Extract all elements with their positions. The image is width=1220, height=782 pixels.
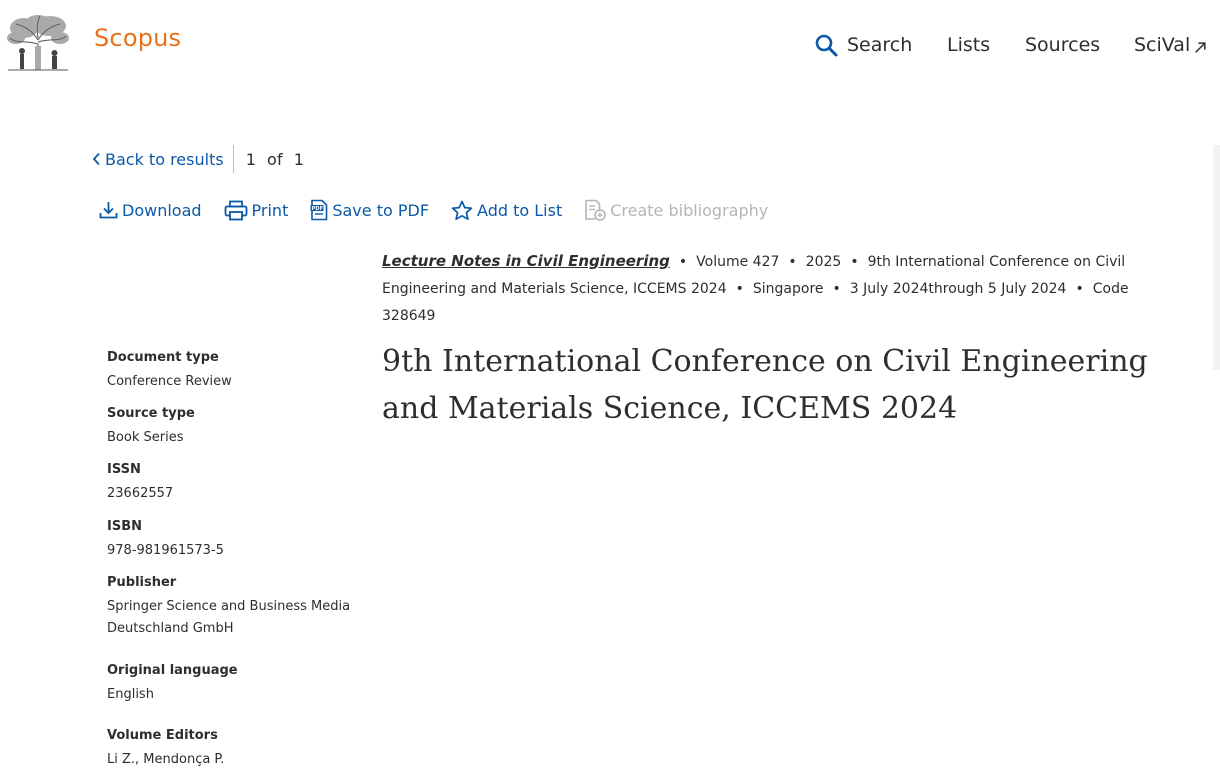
document-toolbar: Download Print PDF Save to PDF Add to Li…: [99, 197, 790, 223]
nav-lists[interactable]: Lists: [947, 30, 990, 60]
detail-document-type: Document type Conference Review: [107, 348, 367, 393]
back-to-results-link[interactable]: Back to results: [92, 150, 224, 169]
scopus-brand[interactable]: Scopus: [94, 24, 181, 52]
download-icon: [99, 202, 118, 219]
create-bibliography-label: Create bibliography: [610, 200, 769, 220]
meta-volume: Volume 427: [696, 254, 780, 270]
results-navigation: Back to results 1 of 1: [92, 145, 305, 173]
nav-sources-label: Sources: [1025, 34, 1101, 56]
separator-dot: •: [678, 254, 688, 270]
separator-dot: •: [1075, 281, 1084, 297]
detail-original-language: Original language English: [107, 661, 367, 706]
pdf-file-icon: PDF: [310, 199, 328, 221]
detail-isbn: ISBN 978-981961573-5: [107, 517, 367, 562]
detail-issn: ISSN 23662557: [107, 460, 367, 505]
source-title-link[interactable]: Lecture Notes in Civil Engineering: [382, 252, 670, 270]
scrollbar-track[interactable]: [1213, 145, 1220, 370]
detail-value: 978-981961573-5: [107, 543, 224, 558]
back-to-results-label: Back to results: [105, 149, 224, 169]
detail-value: 23662557: [107, 486, 174, 501]
nav-sources[interactable]: Sources: [1025, 30, 1100, 60]
detail-source-type: Source type Book Series: [107, 404, 367, 449]
elsevier-tree-logo-icon[interactable]: [6, 14, 70, 72]
detail-publisher: Publisher Springer Science and Business …: [107, 573, 367, 640]
nav-lists-label: Lists: [947, 34, 991, 56]
detail-label: Document type: [107, 350, 219, 365]
nav-search-label: Search: [847, 34, 913, 56]
detail-value: Springer Science and Business Media Deut…: [107, 599, 351, 636]
document-title: 9th International Conference on Civil En…: [382, 344, 1148, 426]
bibliography-icon: [585, 199, 607, 221]
add-to-list-button[interactable]: Add to List: [451, 200, 562, 221]
print-button[interactable]: Print: [224, 200, 289, 221]
svg-text:PDF: PDF: [312, 206, 324, 212]
add-to-list-label: Add to List: [477, 200, 563, 220]
detail-label: Volume Editors: [107, 728, 218, 743]
nav-scival[interactable]: SciVal: [1134, 30, 1207, 60]
pager-of: of: [266, 149, 283, 169]
separator-dot: •: [788, 254, 797, 270]
detail-value: Book Series: [107, 430, 184, 445]
save-to-pdf-button[interactable]: PDF Save to PDF: [310, 199, 429, 221]
pager-current: 1: [245, 149, 257, 169]
nav-scival-label: SciVal: [1134, 34, 1191, 56]
detail-label: ISBN: [107, 519, 142, 534]
star-icon: [451, 200, 473, 220]
meta-year: 2025: [805, 254, 842, 270]
detail-value: English: [107, 687, 154, 702]
nav-search[interactable]: Search: [814, 30, 912, 60]
printer-icon: [224, 200, 247, 220]
chevron-left-icon: [92, 152, 100, 166]
download-label: Download: [122, 200, 202, 220]
detail-label: Publisher: [107, 575, 177, 590]
detail-value: Conference Review: [107, 374, 232, 389]
external-link-arrow-icon: [1195, 41, 1206, 53]
detail-label: ISSN: [107, 462, 141, 477]
divider: [232, 145, 234, 173]
document-meta: Lecture Notes in Civil Engineering • Volum…: [382, 248, 1182, 330]
pager-total: 1: [293, 149, 305, 169]
search-icon: [815, 34, 838, 57]
detail-volume-editors: Volume Editors Li Z., Mendonça P.: [107, 726, 367, 771]
separator-dot: •: [735, 281, 744, 297]
create-bibliography-button[interactable]: Create bibliography: [584, 199, 768, 221]
separator-dot: •: [850, 254, 859, 270]
meta-location: Singapore: [752, 281, 824, 297]
detail-label: Original language: [107, 663, 238, 678]
save-to-pdf-label: Save to PDF: [332, 200, 430, 220]
meta-dates: 3 July 2024through 5 July 2024: [849, 281, 1067, 297]
print-label: Print: [251, 200, 289, 220]
download-button[interactable]: Download: [99, 201, 202, 220]
separator-dot: •: [832, 281, 841, 297]
detail-label: Source type: [107, 406, 195, 421]
top-header: Scopus Search Lists Sources SciVal: [0, 0, 1220, 90]
result-pager: 1 of 1: [246, 150, 305, 169]
detail-value: Li Z., Mendonça P.: [107, 752, 225, 767]
